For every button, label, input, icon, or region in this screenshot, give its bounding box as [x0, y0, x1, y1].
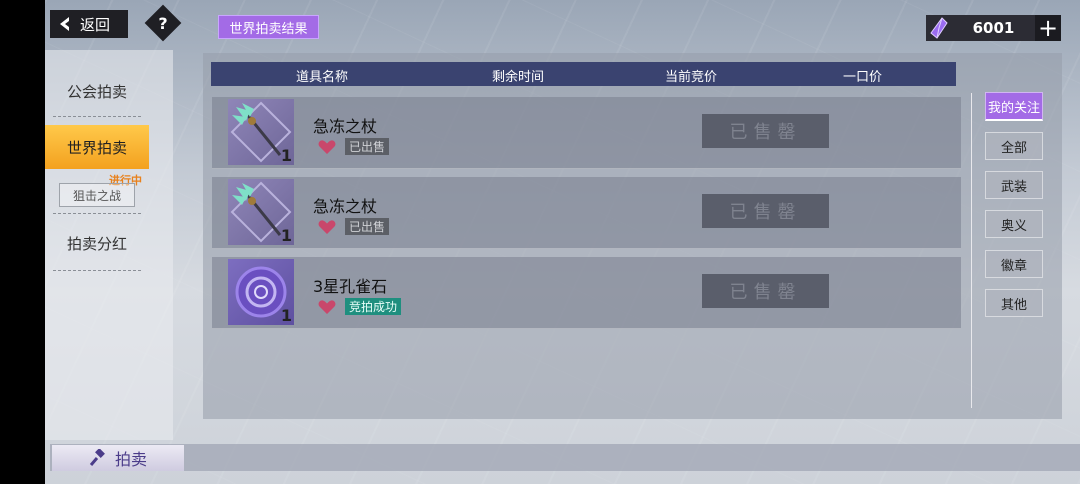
filter-divider: [971, 93, 972, 408]
sold-out-button[interactable]: 已售罄: [702, 194, 829, 228]
back-label: 返回: [80, 15, 111, 34]
item-quantity: 1: [280, 226, 292, 245]
filter-ultimate[interactable]: 奥义: [985, 210, 1043, 238]
sold-out-button[interactable]: 已售罄: [702, 114, 829, 148]
item-quantity: 1: [280, 146, 292, 165]
auction-screen: 返回 ? 世界拍卖结果 6001 + 公会拍卖 世界拍卖 进行中 狙击之战 拍卖…: [45, 0, 1080, 484]
column-current-bid: 当前竞价: [665, 70, 718, 85]
status-badge: 已出售: [345, 138, 390, 155]
sidebar-divider: [53, 116, 141, 117]
status-badge: 已出售: [345, 218, 390, 235]
table-row[interactable]: 1 3星孔雀石 竞拍成功 已售罄: [212, 257, 961, 329]
table-row[interactable]: 1 急冻之杖 已出售 已售罄: [212, 97, 961, 169]
column-item-name: 道具名称: [296, 70, 349, 85]
filter-badge[interactable]: 徽章: [985, 250, 1043, 278]
currency-amount: 6001: [972, 19, 1015, 37]
gavel-icon: [89, 449, 105, 466]
auction-tab-label: 拍卖: [114, 450, 147, 469]
heart-icon[interactable]: [318, 219, 336, 235]
malachite-stone-icon: 1: [228, 259, 294, 325]
sidebar-divider: [53, 213, 141, 214]
sidebar-subitem-sniper-battle[interactable]: 狙击之战: [59, 183, 135, 207]
currency-display: 6001 +: [926, 15, 1061, 41]
item-name: 3星孔雀石: [313, 277, 388, 296]
heart-icon[interactable]: [318, 139, 336, 155]
frost-staff-icon: 1: [228, 99, 294, 165]
sold-out-button[interactable]: 已售罄: [702, 274, 829, 308]
add-currency-button[interactable]: +: [1035, 15, 1061, 41]
item-name: 急冻之杖: [313, 197, 378, 216]
auction-tab[interactable]: 拍卖: [52, 445, 184, 471]
help-button[interactable]: ?: [144, 4, 182, 42]
back-arrow-icon: [60, 17, 69, 31]
sidebar-item-guild-auction[interactable]: 公会拍卖: [45, 81, 149, 102]
table-header: 道具名称 剩余时间 当前竞价 一口价: [211, 62, 956, 86]
filter-other[interactable]: 其他: [985, 289, 1043, 317]
bottom-bar: [50, 444, 1080, 471]
item-name: 急冻之杖: [313, 117, 378, 136]
sidebar-divider: [53, 270, 141, 271]
table-row[interactable]: 1 急冻之杖 已出售 已售罄: [212, 177, 961, 249]
sidebar-item-world-auction[interactable]: 世界拍卖: [45, 125, 149, 169]
column-remaining-time: 剩余时间: [492, 70, 545, 85]
status-badge: 竞拍成功: [345, 298, 402, 315]
sidebar: 公会拍卖 世界拍卖 进行中 狙击之战 拍卖分红: [45, 50, 173, 440]
filter-all[interactable]: 全部: [985, 132, 1043, 160]
help-icon: ?: [158, 13, 168, 33]
back-button[interactable]: 返回: [50, 10, 128, 38]
column-buyout-price: 一口价: [843, 70, 883, 85]
frost-staff-icon: 1: [228, 179, 294, 245]
world-auction-result-button[interactable]: 世界拍卖结果: [218, 15, 319, 39]
auction-list-panel: 道具名称 剩余时间 当前竞价 一口价 1 急冻之杖 已出售 已售罄 1 急冻之杖…: [203, 53, 1062, 419]
filter-armament[interactable]: 武装: [985, 171, 1043, 199]
heart-icon[interactable]: [318, 299, 336, 315]
filter-my-watchlist[interactable]: 我的关注: [985, 92, 1043, 121]
item-quantity: 1: [280, 306, 292, 325]
sidebar-item-auction-dividend[interactable]: 拍卖分红: [45, 233, 149, 254]
crystal-icon: [926, 15, 952, 41]
